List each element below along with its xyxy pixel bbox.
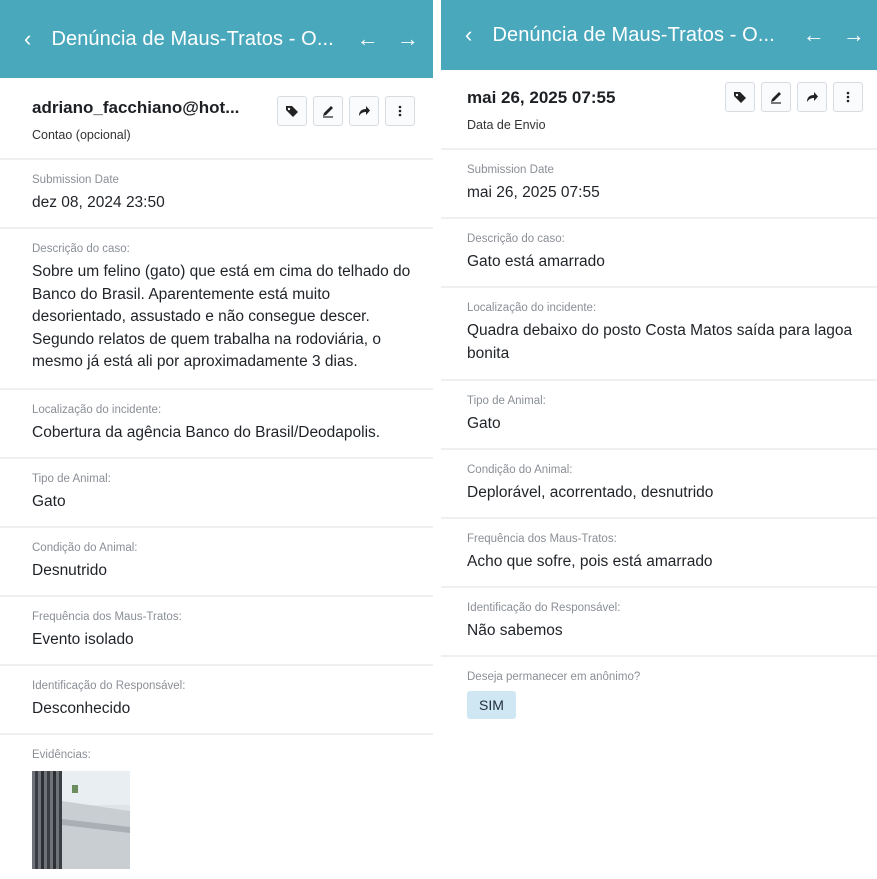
submission-header: adriano_facchiano@hot... Contao (opciona… (0, 78, 433, 160)
next-submission-icon[interactable]: → (397, 26, 419, 52)
field-submission-date: Submission Date dez 08, 2024 23:50 (0, 160, 433, 229)
field-label: Identificação do Responsável: (32, 679, 186, 692)
field-value: Desconhecido (32, 699, 131, 717)
field-case-description: Descrição do caso: Sobre um felino (gato… (0, 229, 433, 390)
field-label: Submission Date (32, 174, 119, 186)
top-app-bar: ‹ Denúncia de Maus-Tratos - O... ← → (441, 0, 877, 70)
field-value: Gato (32, 492, 66, 510)
edit-pencil-icon (771, 92, 781, 104)
more-vertical-icon (846, 91, 850, 103)
field-value: Sobre um felino (gato) que está em cima … (32, 263, 411, 370)
anonymous-value-chip: SIM (467, 691, 516, 719)
field-label: Evidências: (32, 748, 91, 761)
field-value: Gato está amarrado (467, 253, 605, 270)
more-vertical-icon (398, 105, 402, 117)
field-value: dez 08, 2024 23:50 (32, 194, 165, 211)
field-label: Localização do incidente: (467, 302, 597, 314)
field-animal-condition: Condição do Animal: Deplorável, acorrent… (441, 450, 877, 519)
field-case-description: Descrição do caso: Gato está amarrado (441, 219, 877, 288)
edit-button[interactable] (761, 82, 791, 112)
previous-submission-icon[interactable]: ← (357, 26, 379, 52)
tag-button[interactable] (725, 82, 755, 112)
field-value: Desnutrido (32, 561, 107, 579)
field-label: Deseja permanecer em anônimo? (467, 671, 641, 683)
field-animal-condition: Condição do Animal: Desnutrido (0, 528, 433, 597)
share-arrow-icon (359, 106, 370, 116)
left-submission-panel: ‹ Denúncia de Maus-Tratos - O... ← → adr… (0, 0, 433, 879)
field-anonymous-preference: Deseja permanecer em anônimo? SIM (441, 657, 877, 731)
field-value: Cobertura da agência Banco do Brasil/Deo… (32, 423, 381, 441)
field-value: Quadra debaixo do posto Costa Matos saíd… (467, 322, 853, 362)
field-label: Descrição do caso: (32, 243, 130, 255)
submission-subtitle: Contao (opcional) (32, 128, 131, 142)
tag-button[interactable] (277, 96, 307, 126)
field-label: Submission Date (467, 164, 554, 176)
field-animal-type: Tipo de Animal: Gato (0, 459, 433, 528)
field-animal-type: Tipo de Animal: Gato (441, 381, 877, 450)
field-label: Descrição do caso: (467, 233, 565, 245)
header-actions (277, 96, 415, 126)
share-button[interactable] (349, 96, 379, 126)
more-button[interactable] (385, 96, 415, 126)
field-label: Localização do incidente: (32, 403, 162, 416)
field-abuse-frequency: Frequência dos Maus-Tratos: Evento isola… (0, 597, 433, 666)
edit-pencil-icon (323, 106, 333, 118)
field-value: Evento isolado (32, 630, 134, 648)
form-title: Denúncia de Maus-Tratos - O... (492, 23, 775, 46)
tag-icon (734, 92, 746, 103)
back-chevron-icon[interactable]: ‹ (465, 22, 472, 48)
field-incident-location: Localização do incidente: Quadra debaixo… (441, 288, 877, 381)
field-label: Condição do Animal: (32, 541, 138, 554)
form-title: Denúncia de Maus-Tratos - O... (51, 27, 334, 50)
submission-header: mai 26, 2025 07:55 Data de Envio (441, 70, 877, 150)
share-button[interactable] (797, 82, 827, 112)
field-value: Não sabemos (467, 622, 563, 639)
field-label: Tipo de Animal: (32, 472, 111, 485)
more-button[interactable] (833, 82, 863, 112)
tag-icon (286, 106, 298, 117)
field-responsible-identification: Identificação do Responsável: Não sabemo… (441, 588, 877, 657)
field-abuse-frequency: Frequência dos Maus-Tratos: Acho que sof… (441, 519, 877, 588)
field-value: Deplorável, acorrentado, desnutrido (467, 484, 714, 501)
field-label: Frequência dos Maus-Tratos: (467, 533, 617, 545)
evidence-thumbnail[interactable] (32, 770, 130, 869)
header-actions (725, 82, 863, 112)
field-evidence: Evidências: (0, 735, 433, 869)
field-label: Identificação do Responsável: (467, 602, 621, 614)
field-label: Tipo de Animal: (467, 395, 546, 407)
field-value: Acho que sofre, pois está amarrado (467, 553, 713, 570)
submission-subtitle: Data de Envio (467, 118, 546, 132)
back-chevron-icon[interactable]: ‹ (24, 26, 31, 52)
next-submission-icon[interactable]: → (843, 22, 865, 48)
previous-submission-icon[interactable]: ← (803, 22, 825, 48)
evidence-photo-image (32, 770, 130, 869)
right-submission-panel: ‹ Denúncia de Maus-Tratos - O... ← → mai… (441, 0, 877, 879)
edit-button[interactable] (313, 96, 343, 126)
field-label: Condição do Animal: (467, 464, 573, 476)
field-label: Frequência dos Maus-Tratos: (32, 610, 182, 623)
field-responsible-identification: Identificação do Responsável: Desconheci… (0, 666, 433, 735)
field-incident-location: Localização do incidente: Cobertura da a… (0, 390, 433, 459)
field-value: mai 26, 2025 07:55 (467, 184, 600, 201)
share-arrow-icon (807, 92, 818, 102)
top-app-bar: ‹ Denúncia de Maus-Tratos - O... ← → (0, 0, 433, 78)
field-submission-date: Submission Date mai 26, 2025 07:55 (441, 150, 877, 219)
field-value: Gato (467, 415, 501, 432)
